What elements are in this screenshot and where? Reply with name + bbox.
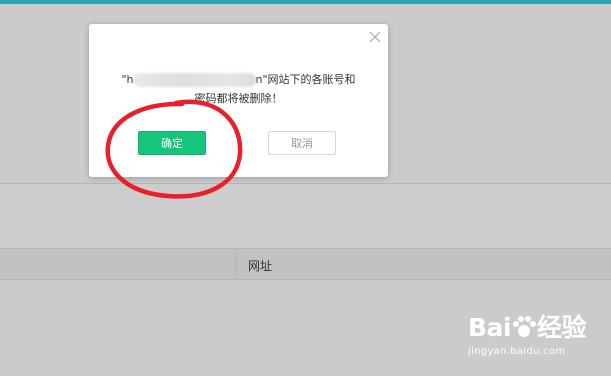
paw-icon (513, 316, 536, 337)
column-header-url: 网址 (248, 259, 273, 273)
dialog-message: "h n"网站下的各账号和 密码都将被删除！ (89, 70, 388, 108)
message-suffix: n"网站下的各账号和 (255, 73, 356, 86)
confirm-button[interactable]: 确定 (138, 131, 206, 155)
redacted-site-name (133, 73, 256, 87)
watermark-url: jingyan.baidu.com (468, 346, 566, 357)
watermark-brand-left: Bai (468, 313, 512, 342)
message-line-1: "h n"网站下的各账号和 (89, 70, 388, 89)
top-accent-bar (0, 0, 611, 4)
watermark-brand-right: 经验 (537, 313, 587, 342)
column-divider (236, 249, 237, 279)
confirm-dialog: "h n"网站下的各账号和 密码都将被删除！ 确定 取消 (89, 24, 388, 177)
cancel-button[interactable]: 取消 (268, 131, 336, 155)
table-header: 网址 (0, 248, 611, 280)
watermark-logo: Bai 经验 (468, 308, 587, 344)
baidu-jingyan-watermark: Bai 经验 jingyan.baidu.com (468, 308, 608, 368)
close-icon[interactable] (368, 30, 382, 44)
message-line-2: 密码都将被删除！ (194, 92, 283, 105)
message-prefix: "h (121, 73, 134, 86)
page-section (0, 183, 611, 249)
